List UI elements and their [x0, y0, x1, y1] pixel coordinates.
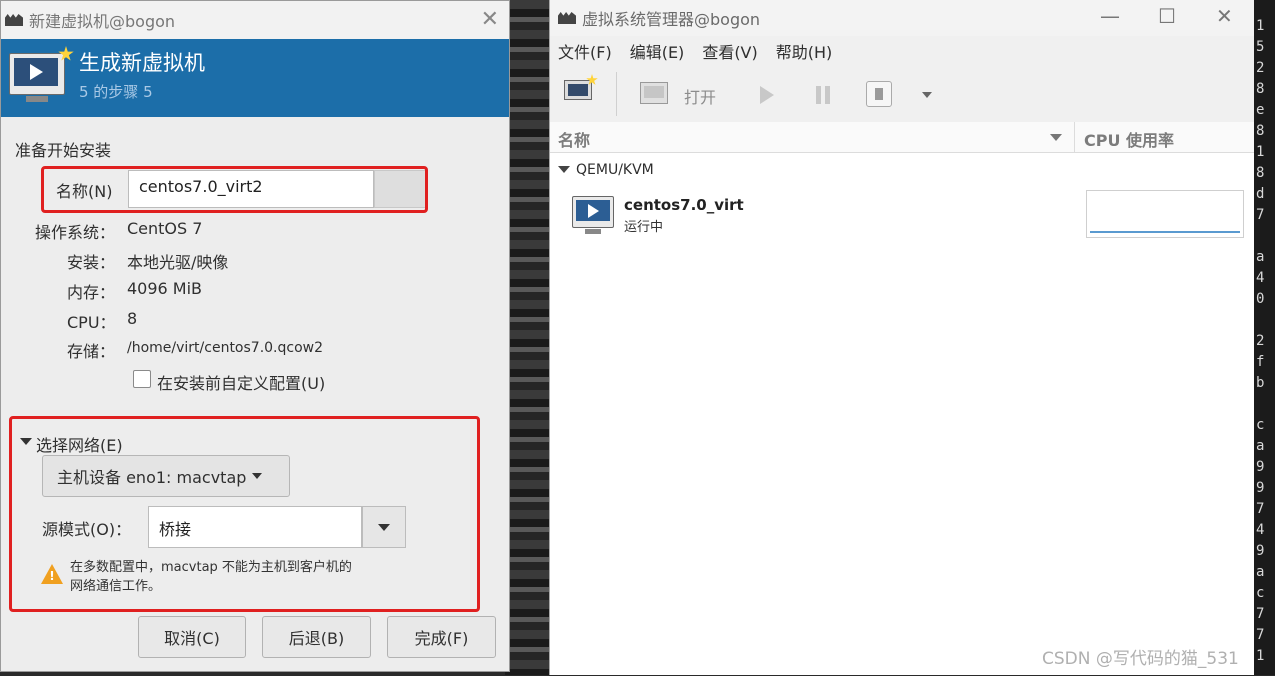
customize-label[interactable]: 在安装前自定义配置(U): [157, 370, 325, 394]
column-name[interactable]: 名称: [558, 127, 590, 151]
wizard-banner: 生成新虚拟机 5 的步骤 5: [1, 39, 509, 117]
cpu-label: CPU：: [67, 313, 116, 332]
pause-icon[interactable]: [816, 86, 830, 104]
banner-title: 生成新虚拟机: [79, 51, 205, 75]
install-label: 安装：: [67, 253, 116, 272]
vm-status: 运行中: [624, 220, 664, 235]
cancel-button[interactable]: 取消(C): [138, 616, 246, 658]
group-expander-icon[interactable]: [558, 166, 570, 173]
column-header: 名称 CPU 使用率: [550, 122, 1254, 153]
back-button[interactable]: 后退(B): [262, 616, 371, 658]
column-divider: [1074, 122, 1075, 152]
toolbar: 打开: [550, 66, 1254, 123]
menu-view[interactable]: 查看(V): [702, 39, 757, 63]
chevron-down-icon[interactable]: [922, 92, 932, 98]
background-strip: [505, 0, 550, 675]
minimize-icon[interactable]: —: [1100, 4, 1120, 28]
open-button-label[interactable]: 打开: [684, 84, 716, 108]
connection-group[interactable]: QEMU/KVM: [576, 162, 654, 178]
toolbar-separator: [616, 72, 617, 116]
close-icon[interactable]: ✕: [1216, 4, 1233, 28]
menubar: 文件(F) 编辑(E) 查看(V) 帮助(H): [550, 36, 1254, 66]
manager-titlebar: 虚拟系统管理器@bogon — ☐ ✕: [550, 0, 1254, 36]
close-icon[interactable]: ✕: [481, 7, 499, 32]
dialog-titlebar: 新建虚拟机@bogon ✕: [1, 1, 509, 40]
terminal-text: 1 5 2 8 e 8 1 8 d 7 a 4 0 2 f b c a 9 9 …: [1256, 18, 1265, 664]
banner-step: 5 的步骤 5: [79, 83, 153, 101]
manager-title: 虚拟系统管理器@bogon: [582, 10, 761, 29]
storage-label: 存储：: [67, 342, 116, 361]
highlight-box-name: [41, 166, 428, 213]
stop-icon[interactable]: [866, 81, 892, 107]
app-icon: [5, 14, 23, 26]
storage-value: /home/virt/centos7.0.qcow2: [127, 340, 324, 356]
sort-arrow-icon[interactable]: [1050, 134, 1062, 141]
section-title: 准备开始安装: [15, 141, 112, 160]
column-cpu[interactable]: CPU 使用率: [1084, 127, 1174, 151]
menu-edit[interactable]: 编辑(E): [630, 39, 685, 63]
new-vm-button[interactable]: [564, 74, 598, 104]
memory-value: 4096 MiB: [127, 279, 203, 298]
new-vm-dialog: 新建虚拟机@bogon ✕ 生成新虚拟机 5 的步骤 5 准备开始安装 名称(N…: [0, 0, 510, 672]
vm-name[interactable]: centos7.0_virt: [624, 196, 744, 214]
cpu-value: 8: [127, 309, 138, 328]
cpu-usage-graph: [1086, 190, 1244, 238]
customize-checkbox[interactable]: [133, 370, 151, 388]
maximize-icon[interactable]: ☐: [1158, 4, 1176, 28]
os-label: 操作系统：: [35, 223, 116, 242]
vm-manager-window: 虚拟系统管理器@bogon — ☐ ✕ 文件(F) 编辑(E) 查看(V) 帮助…: [549, 0, 1254, 675]
install-value: 本地光驱/映像: [127, 253, 229, 272]
watermark: CSDN @写代码的猫_531: [1042, 649, 1239, 669]
dialog-title: 新建虚拟机@bogon: [29, 12, 176, 31]
menu-help[interactable]: 帮助(H): [776, 39, 833, 63]
highlight-box-network: [9, 416, 480, 612]
menu-file[interactable]: 文件(F): [558, 39, 612, 63]
app-icon: [558, 12, 576, 24]
open-icon[interactable]: [640, 82, 668, 104]
memory-label: 内存：: [67, 283, 116, 302]
finish-button[interactable]: 完成(F): [387, 616, 496, 658]
os-value: CentOS 7: [127, 219, 203, 238]
play-icon[interactable]: [760, 86, 774, 104]
vm-monitor-icon: [572, 196, 614, 234]
new-vm-monitor-icon: [9, 46, 74, 102]
